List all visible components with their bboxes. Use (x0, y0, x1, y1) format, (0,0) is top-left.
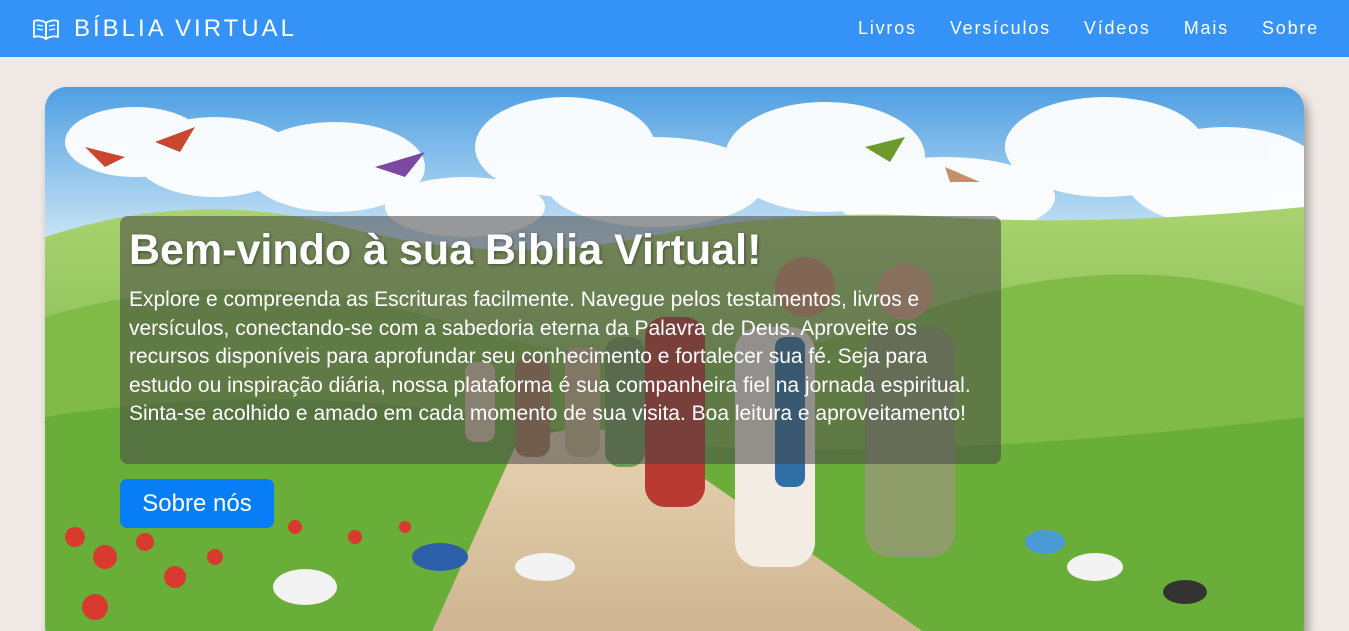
nav-links: Livros Versículos Vídeos Mais Sobre (858, 18, 1319, 39)
nav-link-sobre[interactable]: Sobre (1262, 18, 1319, 39)
about-us-button[interactable]: Sobre nós (120, 479, 274, 528)
nav-link-livros[interactable]: Livros (858, 18, 917, 39)
hero-description: Explore e compreenda as Escrituras facil… (129, 288, 971, 425)
brand[interactable]: BÍBLIA VIRTUAL (32, 15, 297, 43)
brand-title: BÍBLIA VIRTUAL (74, 14, 297, 42)
top-navbar: BÍBLIA VIRTUAL Livros Versículos Vídeos … (0, 0, 1349, 57)
nav-link-videos[interactable]: Vídeos (1084, 18, 1151, 39)
hero-title: Bem-vindo à sua Biblia Virtual! (129, 226, 762, 274)
welcome-card: Bem-vindo à sua Biblia Virtual! Explore … (120, 216, 1001, 464)
nav-link-mais[interactable]: Mais (1184, 18, 1229, 39)
open-book-icon (33, 19, 59, 40)
hero-banner: Bem-vindo à sua Biblia Virtual! Explore … (45, 87, 1304, 631)
nav-link-versiculos[interactable]: Versículos (950, 18, 1051, 39)
